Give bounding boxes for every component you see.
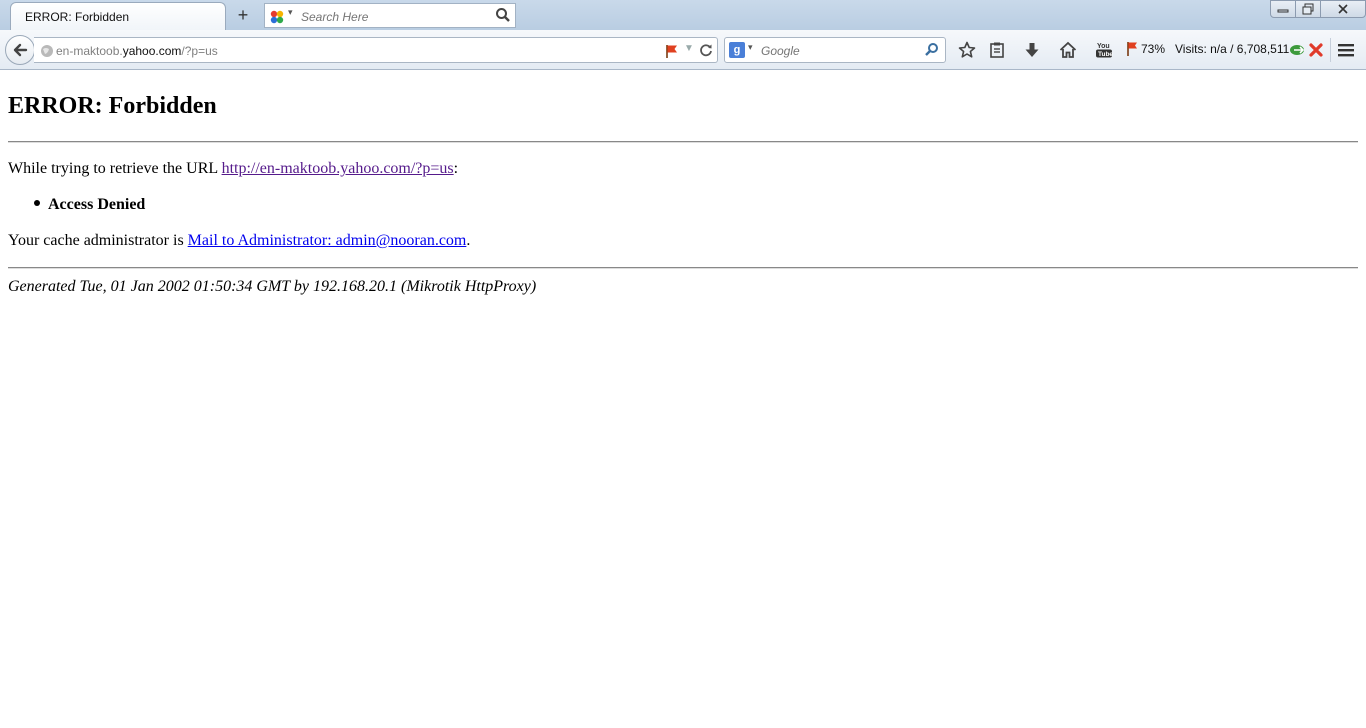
new-tab-button[interactable]: + — [233, 5, 253, 25]
tab-active[interactable]: ERROR: Forbidden — [10, 2, 226, 30]
clipboard-icon — [990, 42, 1004, 58]
divider — [8, 267, 1358, 269]
home-icon — [1059, 41, 1077, 58]
chevron-down-icon[interactable]: ▾ — [748, 42, 753, 53]
google-logo-icon[interactable]: g — [729, 42, 745, 58]
addon-stop-button[interactable] — [1306, 39, 1326, 61]
url-path: /?p=us — [181, 44, 218, 58]
bookmark-star-button[interactable] — [956, 39, 978, 61]
reload-icon[interactable] — [698, 42, 714, 58]
arrow-left-icon — [13, 43, 28, 57]
admin-suffix: . — [466, 232, 471, 249]
restore-button[interactable] — [1295, 0, 1321, 18]
tab-search-input[interactable] — [299, 7, 493, 27]
back-button[interactable] — [5, 35, 35, 65]
close-icon — [1338, 4, 1348, 14]
bookmarks-menu-button[interactable] — [986, 39, 1008, 61]
tab-search-box: ▾ — [264, 3, 516, 28]
url-bar[interactable]: en-maktoob.yahoo.com/?p=us ▼ — [34, 37, 718, 63]
chevron-down-icon[interactable]: ▾ — [288, 7, 293, 18]
requested-url-link[interactable]: http://en-maktoob.yahoo.com/?p=us — [222, 160, 454, 177]
divider — [8, 141, 1358, 143]
downloads-button[interactable] — [1021, 39, 1043, 61]
url-text[interactable]: en-maktoob.yahoo.com/?p=us — [56, 44, 218, 58]
retrieve-message: While trying to retrieve the URL http://… — [8, 160, 458, 178]
url-history-dropdown-icon[interactable]: ▼ — [684, 43, 694, 54]
star-icon — [958, 41, 976, 58]
generated-footer: Generated Tue, 01 Jan 2002 01:50:34 GMT … — [8, 278, 537, 295]
addon-arrows-icon — [1290, 45, 1305, 55]
tab-title: ERROR: Forbidden — [25, 10, 130, 24]
url-host-prefix: en-maktoob. — [56, 44, 123, 58]
visits-counter: Visits: n/a / 6,708,511 — [1175, 42, 1290, 56]
url-host: yahoo.com — [122, 44, 182, 58]
page-content: ERROR: Forbidden While trying to retriev… — [0, 71, 1366, 728]
search-engine-logo-icon[interactable] — [269, 9, 285, 25]
page-title: ERROR: Forbidden — [8, 93, 217, 119]
search-icon[interactable] — [495, 7, 511, 23]
admin-prefix: Your cache administrator is — [8, 232, 188, 249]
retrieve-prefix: While trying to retrieve the URL — [8, 160, 222, 177]
admin-mail-link[interactable]: Mail to Administrator: admin@nooran.com — [188, 232, 467, 249]
restore-icon — [1302, 3, 1314, 15]
minimize-button[interactable] — [1270, 0, 1296, 18]
home-button[interactable] — [1057, 39, 1079, 61]
youtube-icon: You Tube — [1096, 43, 1113, 58]
download-arrow-icon — [1025, 43, 1039, 57]
addon-button[interactable] — [1288, 39, 1308, 61]
search-bar: g ▾ — [724, 37, 946, 63]
search-input[interactable] — [759, 42, 913, 60]
retrieve-suffix: : — [453, 160, 459, 177]
red-x-icon — [1309, 43, 1323, 57]
error-reason: Access Denied — [48, 196, 146, 213]
navigation-toolbar: en-maktoob.yahoo.com/?p=us ▼ g ▾ Google … — [0, 30, 1366, 70]
youtube-button[interactable]: You Tube — [1093, 39, 1115, 61]
zoom-indicator[interactable]: 73% — [1126, 41, 1165, 57]
globe-icon[interactable] — [40, 44, 54, 58]
window-controls — [1270, 0, 1366, 18]
minimize-icon — [1277, 9, 1289, 13]
title-bar: ERROR: Forbidden + ▾ — [0, 0, 1366, 30]
search-icon[interactable] — [924, 42, 940, 58]
svg-text:You: You — [1097, 43, 1110, 50]
bullet-icon — [34, 200, 40, 207]
close-button[interactable] — [1320, 0, 1366, 18]
admin-message: Your cache administrator is Mail to Admi… — [8, 232, 470, 250]
hamburger-menu-icon — [1338, 44, 1354, 57]
flag-icon — [1127, 42, 1137, 56]
zoom-percent: 73% — [1141, 42, 1166, 56]
svg-text:Tube: Tube — [1098, 51, 1113, 58]
flag-icon[interactable] — [664, 43, 680, 59]
menu-button[interactable] — [1330, 38, 1361, 62]
error-list-item: Access Denied — [34, 196, 145, 214]
